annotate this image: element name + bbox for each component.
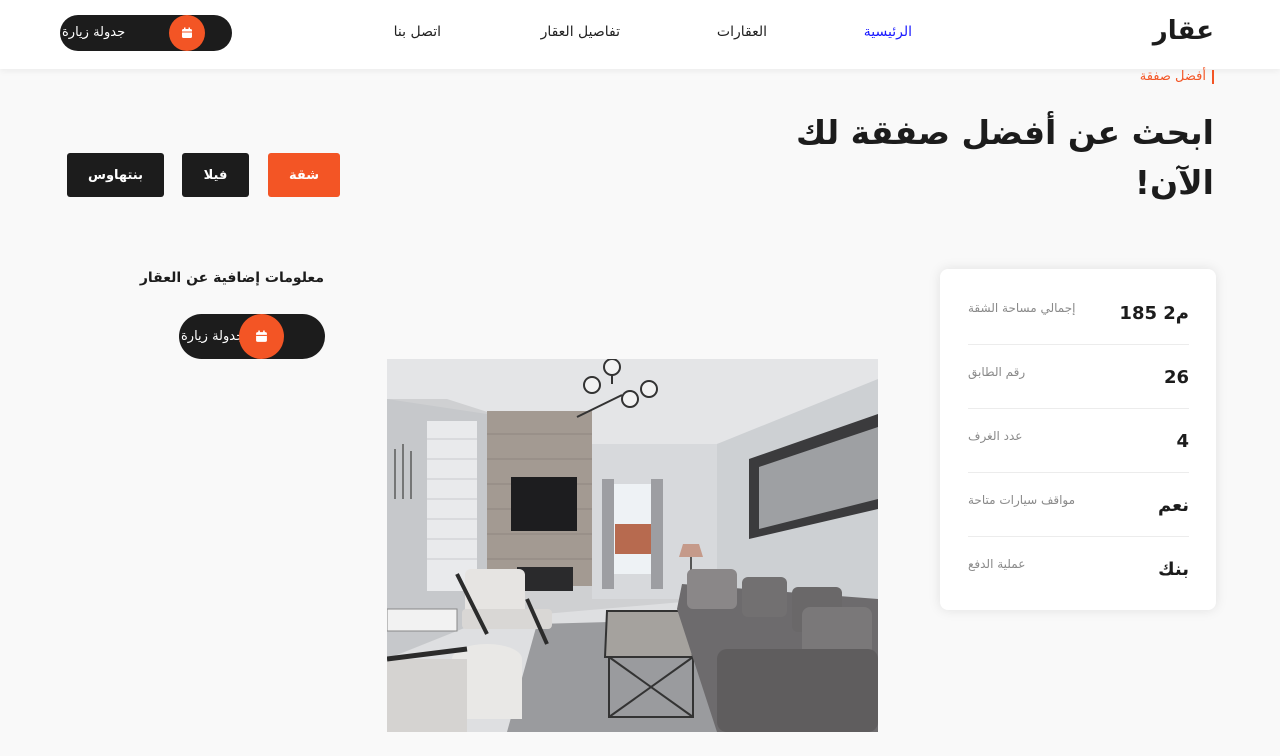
page-title: ابحث عن أفضل صفقة لك الآن! bbox=[795, 113, 1214, 202]
nav-link-property-details[interactable]: تفاصيل العقار bbox=[541, 24, 620, 40]
info-label: عملية الدفع bbox=[968, 557, 1026, 571]
info-row-payment: بنك عملية الدفع bbox=[968, 537, 1189, 601]
info-label: مواقف سيارات متاحة bbox=[968, 493, 1076, 507]
info-row-rooms: 4 عدد الغرف bbox=[968, 409, 1189, 473]
info-row-floor: 26 رقم الطابق bbox=[968, 345, 1189, 409]
info-value: 4 bbox=[1176, 431, 1189, 452]
top-navbar: عقار الرئيسية العقارات تفاصيل العقار اتص… bbox=[0, 0, 1280, 69]
calendar-icon bbox=[169, 15, 205, 51]
schedule-visit-button-header[interactable]: جدولة زيارة bbox=[60, 15, 232, 51]
info-value: 26 bbox=[1163, 367, 1189, 388]
brand-logo[interactable]: عقار bbox=[1153, 16, 1214, 46]
info-row-area: 185 م2 إجمالي مساحة الشقة bbox=[968, 281, 1189, 345]
nav-link-properties[interactable]: العقارات bbox=[717, 24, 767, 40]
extra-info-title: معلومات إضافية عن العقار bbox=[139, 270, 324, 286]
living-room-image bbox=[387, 359, 878, 732]
schedule-visit-label: جدولة زيارة bbox=[62, 25, 126, 40]
calendar-icon bbox=[239, 314, 284, 359]
info-label: إجمالي مساحة الشقة bbox=[968, 301, 1076, 315]
info-row-parking: نعم مواقف سيارات متاحة bbox=[968, 473, 1189, 537]
filter-villa-button[interactable]: فيلا bbox=[182, 153, 249, 197]
info-label: رقم الطابق bbox=[968, 365, 1026, 379]
info-label: عدد الغرف bbox=[968, 429, 1023, 443]
info-value: بنك bbox=[1158, 559, 1189, 580]
nav-link-home[interactable]: الرئيسية bbox=[864, 24, 912, 40]
breadcrumb: أفضل صفقة bbox=[1140, 70, 1214, 84]
filter-penthouse-button[interactable]: بنتهاوس bbox=[67, 153, 164, 197]
schedule-visit-label: جدولة زيارة bbox=[181, 329, 245, 344]
schedule-visit-button[interactable]: جدولة زيارة bbox=[179, 314, 325, 359]
property-info-card: 185 م2 إجمالي مساحة الشقة 26 رقم الطابق … bbox=[940, 269, 1216, 610]
info-value: نعم bbox=[1157, 495, 1189, 516]
info-value: 185 م2 bbox=[1119, 303, 1189, 324]
filter-apartment-button[interactable]: شقة bbox=[268, 153, 340, 197]
property-photo bbox=[387, 359, 878, 732]
nav-link-contact[interactable]: اتصل بنا bbox=[394, 24, 441, 40]
